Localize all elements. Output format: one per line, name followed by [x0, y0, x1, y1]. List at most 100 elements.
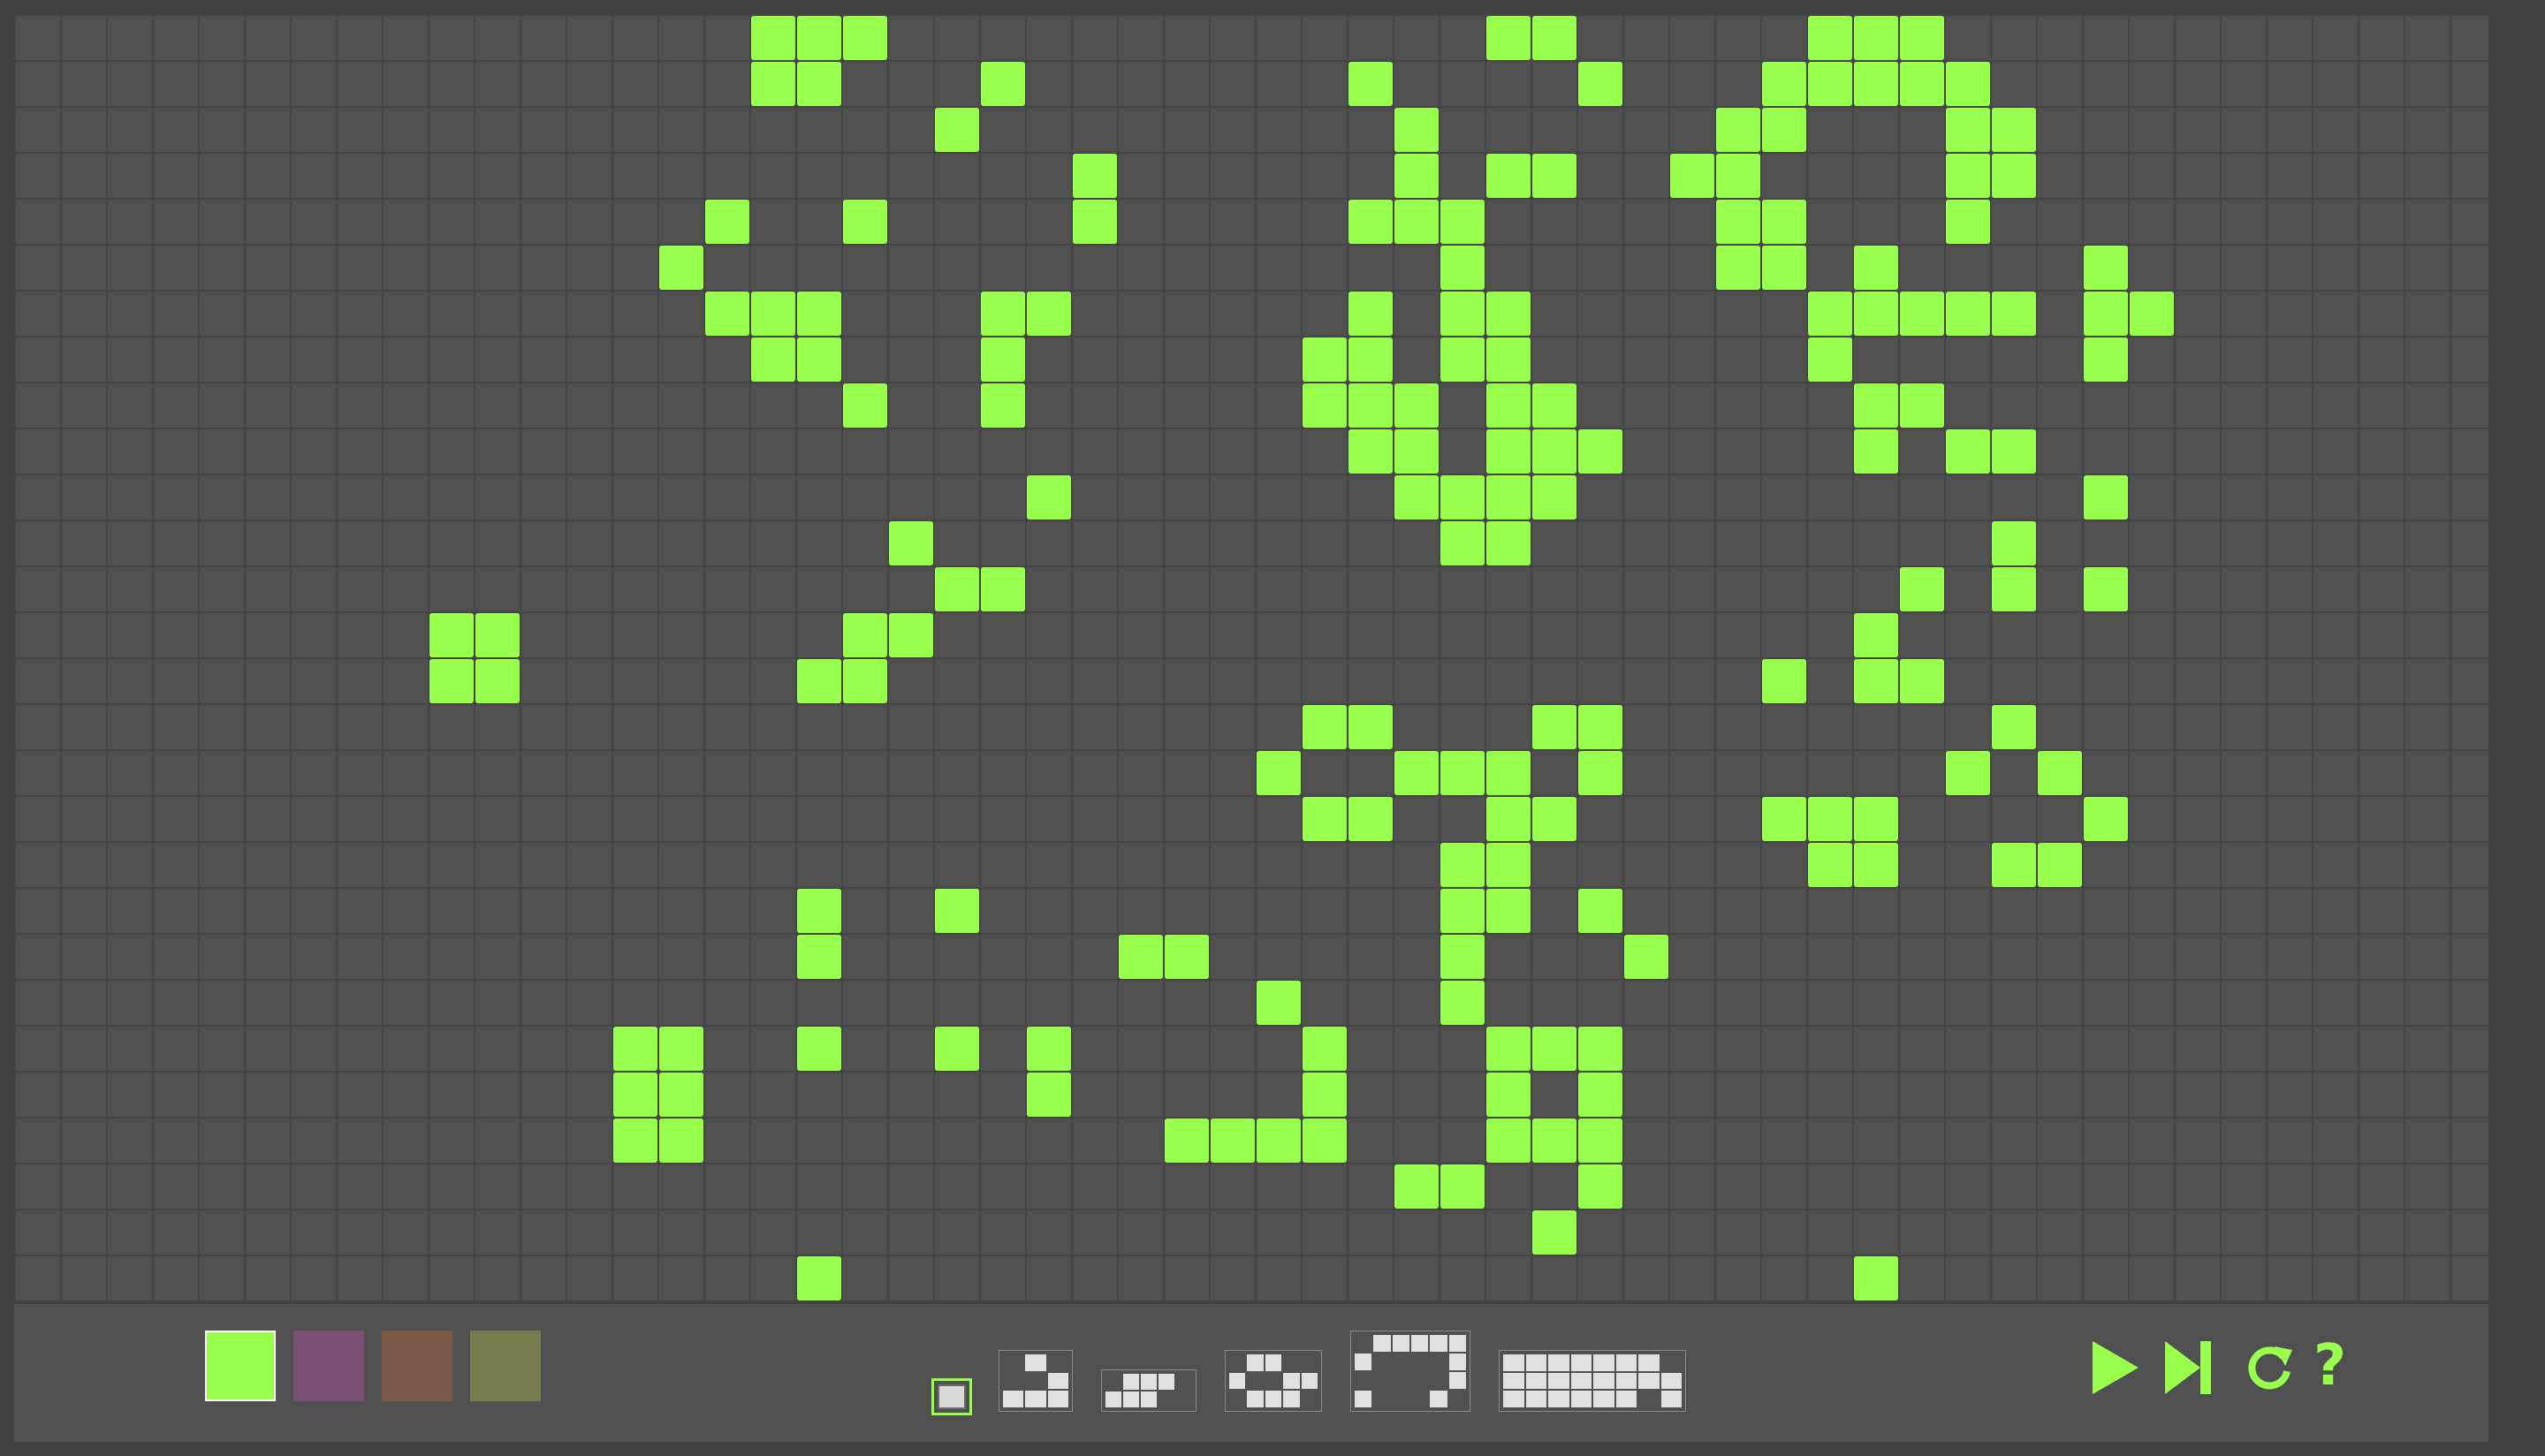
- pattern-large-spaceship[interactable]: [1350, 1331, 1470, 1412]
- live-cell[interactable]: [705, 200, 749, 244]
- step-forward-icon[interactable]: [2161, 1338, 2216, 1398]
- live-cell[interactable]: [1486, 797, 1531, 841]
- live-cell[interactable]: [2084, 337, 2128, 382]
- live-cell[interactable]: [1394, 383, 1439, 428]
- live-cell[interactable]: [1716, 246, 1760, 290]
- live-cell[interactable]: [1394, 751, 1439, 795]
- live-cell[interactable]: [843, 200, 887, 244]
- live-cell[interactable]: [1578, 889, 1622, 933]
- live-cell[interactable]: [1211, 1119, 1255, 1163]
- live-cell[interactable]: [1303, 797, 1347, 841]
- life-grid[interactable]: [14, 14, 2488, 1301]
- pattern-spaceship[interactable]: [1225, 1350, 1322, 1412]
- live-cell[interactable]: [1165, 1119, 1209, 1163]
- live-cell[interactable]: [1808, 797, 1852, 841]
- live-cell[interactable]: [889, 521, 933, 565]
- live-cell[interactable]: [1440, 935, 1485, 979]
- live-cell[interactable]: [797, 889, 841, 933]
- pattern-single-cell[interactable]: [931, 1378, 972, 1415]
- live-cell[interactable]: [889, 613, 933, 657]
- live-cell[interactable]: [981, 383, 1025, 428]
- live-cell[interactable]: [1578, 429, 1622, 474]
- live-cell[interactable]: [1440, 521, 1485, 565]
- live-cell[interactable]: [1486, 1027, 1531, 1071]
- live-cell[interactable]: [1486, 383, 1531, 428]
- live-cell[interactable]: [1578, 1073, 1622, 1117]
- live-cell[interactable]: [1532, 154, 1576, 198]
- live-cell[interactable]: [1027, 475, 1071, 519]
- color-swatch-olive[interactable]: [470, 1331, 541, 1401]
- live-cell[interactable]: [1073, 154, 1117, 198]
- live-cell[interactable]: [751, 16, 795, 60]
- live-cell[interactable]: [751, 292, 795, 336]
- live-cell[interactable]: [1486, 843, 1531, 887]
- live-cell[interactable]: [1532, 1210, 1576, 1255]
- live-cell[interactable]: [1440, 981, 1485, 1025]
- live-cell[interactable]: [2084, 475, 2128, 519]
- live-cell[interactable]: [1532, 797, 1576, 841]
- live-cell[interactable]: [1532, 475, 1576, 519]
- live-cell[interactable]: [1716, 108, 1760, 152]
- live-cell[interactable]: [1486, 429, 1531, 474]
- live-cell[interactable]: [1762, 62, 1806, 106]
- color-swatch-brown[interactable]: [382, 1331, 452, 1401]
- live-cell[interactable]: [1394, 108, 1439, 152]
- live-cell[interactable]: [1440, 889, 1485, 933]
- live-cell[interactable]: [1854, 383, 1898, 428]
- live-cell[interactable]: [1992, 429, 2036, 474]
- live-cell[interactable]: [1854, 429, 1898, 474]
- live-cell[interactable]: [843, 613, 887, 657]
- live-cell[interactable]: [1440, 1164, 1485, 1209]
- live-cell[interactable]: [1992, 108, 2036, 152]
- live-cell[interactable]: [1578, 1164, 1622, 1209]
- live-cell[interactable]: [1303, 705, 1347, 749]
- live-cell[interactable]: [2038, 843, 2082, 887]
- live-cell[interactable]: [981, 567, 1025, 611]
- live-cell[interactable]: [1532, 1119, 1576, 1163]
- live-cell[interactable]: [797, 292, 841, 336]
- live-cell[interactable]: [475, 613, 520, 657]
- live-cell[interactable]: [1348, 62, 1393, 106]
- live-cell[interactable]: [613, 1073, 657, 1117]
- live-cell[interactable]: [1946, 751, 1990, 795]
- live-cell[interactable]: [2084, 246, 2128, 290]
- live-cell[interactable]: [1486, 1119, 1531, 1163]
- live-cell[interactable]: [1900, 16, 1944, 60]
- live-cell[interactable]: [843, 659, 887, 703]
- live-cell[interactable]: [1578, 751, 1622, 795]
- live-cell[interactable]: [1992, 705, 2036, 749]
- live-cell[interactable]: [1303, 1073, 1347, 1117]
- live-cell[interactable]: [1486, 751, 1531, 795]
- live-cell[interactable]: [1946, 200, 1990, 244]
- live-cell[interactable]: [1900, 659, 1944, 703]
- live-cell[interactable]: [797, 16, 841, 60]
- live-cell[interactable]: [1486, 521, 1531, 565]
- live-cell[interactable]: [797, 659, 841, 703]
- live-cell[interactable]: [1900, 62, 1944, 106]
- live-cell[interactable]: [1578, 62, 1622, 106]
- live-cell[interactable]: [1394, 154, 1439, 198]
- live-cell[interactable]: [1027, 1073, 1071, 1117]
- live-cell[interactable]: [2084, 292, 2128, 336]
- live-cell[interactable]: [751, 337, 795, 382]
- live-cell[interactable]: [981, 292, 1025, 336]
- pattern-grid-block[interactable]: [1499, 1350, 1686, 1412]
- live-cell[interactable]: [1854, 246, 1898, 290]
- live-cell[interactable]: [1394, 429, 1439, 474]
- live-cell[interactable]: [1440, 475, 1485, 519]
- live-cell[interactable]: [1900, 567, 1944, 611]
- live-cell[interactable]: [1578, 1119, 1622, 1163]
- live-cell[interactable]: [1946, 292, 1990, 336]
- live-cell[interactable]: [1486, 475, 1531, 519]
- live-cell[interactable]: [2084, 797, 2128, 841]
- live-cell[interactable]: [1992, 154, 2036, 198]
- live-cell[interactable]: [1348, 292, 1393, 336]
- live-cell[interactable]: [1762, 246, 1806, 290]
- live-cell[interactable]: [935, 567, 979, 611]
- live-cell[interactable]: [1440, 200, 1485, 244]
- live-cell[interactable]: [1854, 843, 1898, 887]
- live-cell[interactable]: [797, 1256, 841, 1301]
- live-cell[interactable]: [1440, 337, 1485, 382]
- live-cell[interactable]: [1348, 705, 1393, 749]
- live-cell[interactable]: [797, 62, 841, 106]
